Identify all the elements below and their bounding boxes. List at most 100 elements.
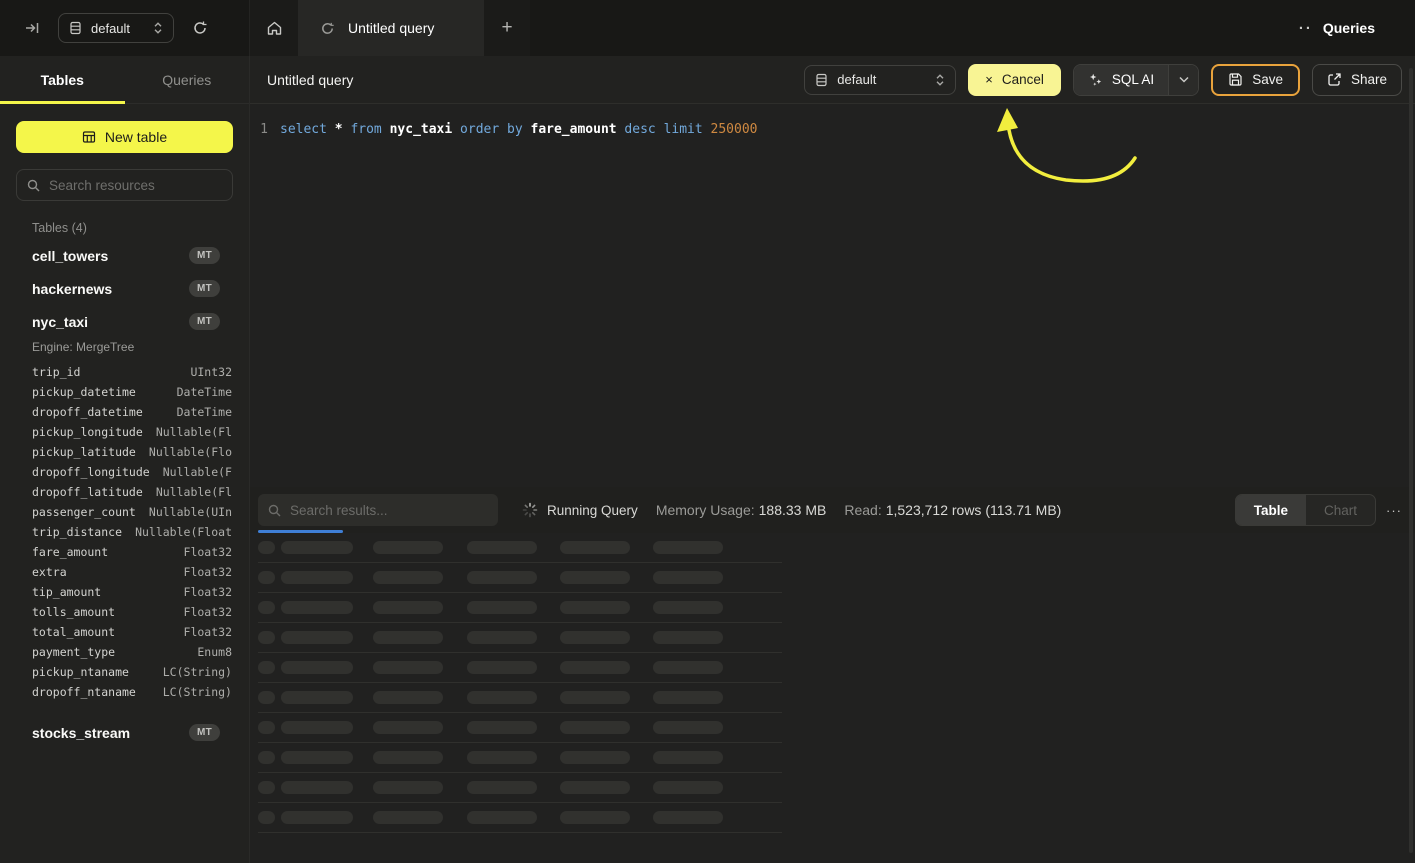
spinner-icon [522, 502, 538, 518]
table-name: stocks_stream [32, 725, 130, 741]
sql-ai-dropdown[interactable] [1168, 65, 1198, 95]
skeleton-cell [281, 691, 353, 704]
column-type: Nullable(UIn [149, 505, 232, 519]
skeleton-cell [373, 721, 443, 734]
sql-token: 250000 [711, 122, 758, 137]
new-table-button[interactable]: New table [16, 121, 233, 153]
read-value: 1,523,712 rows (113.71 MB) [886, 502, 1062, 518]
column-name: payment_type [32, 645, 115, 659]
home-icon [266, 20, 283, 37]
skeleton-cell [560, 691, 630, 704]
sql-token: select [280, 122, 327, 137]
sql-ai-button[interactable]: SQL AI [1073, 64, 1199, 96]
column-row-fare_amount: fare_amount Float32 [0, 542, 249, 562]
engine-label: Engine: MergeTree [0, 338, 249, 362]
home-button[interactable] [250, 0, 298, 56]
column-name: fare_amount [32, 545, 108, 559]
view-toggle-table[interactable]: Table [1236, 495, 1306, 525]
skeleton-cell [281, 751, 353, 764]
skeleton-row [258, 653, 782, 683]
database-selector[interactable]: default [58, 13, 174, 43]
query-title: Untitled query [267, 72, 353, 88]
new-tab-button[interactable]: + [484, 0, 530, 56]
column-row-dropoff_ntaname: dropoff_ntanameLC(String) [0, 682, 249, 702]
table-item-stocks_stream[interactable]: stocks_streamMT [0, 716, 249, 749]
queries-link-label: Queries [1323, 20, 1375, 36]
skeleton-cell [467, 631, 537, 644]
engine-badge: MT [189, 247, 220, 264]
skeleton-cell [281, 541, 353, 554]
sql-line-1: 1 select * from nyc_taxi order by fare_a… [250, 120, 758, 140]
table-name: cell_towers [32, 248, 108, 264]
tab-title: Untitled query [348, 20, 434, 36]
column-type: Nullable(Float [135, 525, 232, 539]
column-name: dropoff_longitude [32, 465, 150, 479]
cancel-button[interactable]: × Cancel [968, 64, 1061, 96]
memory-usage-label: Memory Usage: [656, 502, 755, 518]
tables-list: cell_towers MT hackernewsMTnyc_taxiMTEngin… [0, 239, 249, 749]
skeleton-cell [560, 571, 630, 584]
close-icon: × [985, 72, 993, 87]
sidebar: Tables Queries New table Tables (4) cell… [0, 56, 250, 863]
results-search-input[interactable] [290, 503, 488, 518]
skeleton-cell [653, 571, 723, 584]
skeleton-cell [560, 781, 630, 794]
skeleton-row [258, 533, 782, 563]
skeleton-cell [467, 751, 537, 764]
skeleton-cell [653, 781, 723, 794]
sql-token [382, 122, 390, 137]
skeleton-cell [467, 661, 537, 674]
queries-link[interactable]: ·· Queries [1299, 0, 1415, 56]
skeleton-cell [467, 571, 537, 584]
view-toggle: Table Chart [1235, 494, 1376, 526]
tab-untitled-query[interactable]: Untitled query [298, 0, 484, 56]
column-row-payment_type: payment_typeEnum8 [0, 642, 249, 662]
cancel-label: Cancel [1002, 72, 1044, 87]
skeleton-cell [467, 721, 537, 734]
sidebar-collapse-button[interactable] [20, 16, 44, 40]
share-button[interactable]: Share [1312, 64, 1402, 96]
table-name: nyc_taxi [32, 314, 88, 330]
column-type: Nullable(Flo [149, 445, 232, 459]
query-database-value: default [837, 72, 926, 87]
scrollbar[interactable] [1409, 68, 1413, 853]
save-button[interactable]: Save [1211, 64, 1300, 96]
sql-editor[interactable]: 1 select * from nyc_taxi order by fare_a… [250, 104, 1415, 487]
skeleton-cell [653, 601, 723, 614]
column-row-tip_amount: tip_amountFloat32 [0, 582, 249, 602]
collapse-sidebar-icon [24, 20, 40, 36]
skeleton-cell [258, 601, 275, 614]
sql-token: order [460, 122, 499, 137]
column-name: tip_amount [32, 585, 101, 599]
refresh-button[interactable] [188, 16, 212, 40]
skeleton-cell [281, 571, 353, 584]
query-database-selector[interactable]: default [804, 65, 956, 95]
view-toggle-chart[interactable]: Chart [1306, 495, 1375, 525]
column-row-dropoff_latitude: dropoff_latitudeNullable(Fl [0, 482, 249, 502]
resource-search-input[interactable] [49, 178, 222, 193]
more-options-button[interactable]: ··· [1386, 503, 1402, 518]
table-item-nyc_taxi[interactable]: nyc_taxiMT [0, 305, 249, 338]
updown-chevron-icon [153, 21, 163, 35]
sql-token [327, 122, 335, 137]
column-row-extra: extraFloat32 [0, 562, 249, 582]
column-type: Float32 [184, 625, 232, 639]
updown-chevron-icon [935, 73, 945, 87]
column-type: Float32 [184, 545, 232, 559]
sql-token: limit [664, 122, 703, 137]
sidebar-tab-tables[interactable]: Tables [0, 56, 125, 103]
database-icon [69, 21, 82, 35]
table-item-cell_towers[interactable]: cell_towers MT [0, 239, 249, 272]
database-icon [815, 73, 828, 87]
skeleton-cell [281, 811, 353, 824]
skeleton-cell [373, 691, 443, 704]
sidebar-tab-queries[interactable]: Queries [125, 56, 250, 103]
column-type: Nullable(F [163, 465, 232, 479]
results-search [258, 494, 498, 526]
table-item-hackernews[interactable]: hackernewsMT [0, 272, 249, 305]
skeleton-cell [560, 661, 630, 674]
column-row-pickup_ntaname: pickup_ntanameLC(String) [0, 662, 249, 682]
sql-token: nyc_taxi [390, 122, 453, 137]
skeleton-row [258, 803, 782, 833]
skeleton-cell [258, 781, 275, 794]
